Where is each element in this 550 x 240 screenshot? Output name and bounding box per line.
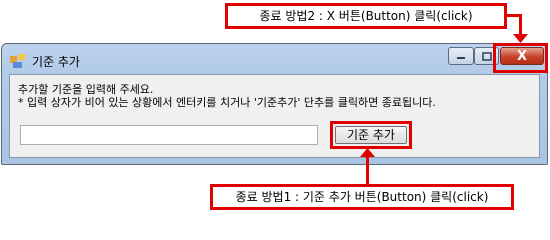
- title-bar[interactable]: 기준 추가 X: [2, 44, 547, 74]
- callout-text: 종료 방법2 : X 버튼(Button) 클릭(click): [259, 9, 473, 23]
- connector-line-vertical: [519, 14, 522, 36]
- dialog-window: 기준 추가 X 추가할 기준을 입력해 주세요. * 입력 상자가 비어 있는 …: [1, 43, 548, 165]
- maximize-icon: [481, 51, 492, 61]
- close-method-2-callout: 종료 방법2 : X 버튼(Button) 클릭(click): [225, 3, 507, 29]
- screenshot-stage: 종료 방법2 : X 버튼(Button) 클릭(click) 기준 추가 X …: [0, 0, 550, 213]
- add-criteria-button[interactable]: 기준 추가: [335, 126, 407, 144]
- close-button-highlight: [493, 43, 548, 73]
- minimize-button[interactable]: [448, 47, 474, 65]
- add-button-highlight: 기준 추가: [330, 121, 412, 149]
- minimize-icon: [457, 57, 465, 59]
- close-method-1-callout: 종료 방법1 : 기준 추가 버튼(Button) 클릭(click): [210, 184, 514, 210]
- prompt-line-1: 추가할 기준을 입력해 주세요.: [18, 83, 154, 96]
- connector-line-bottom: [366, 156, 369, 184]
- dialog-client-area: 추가할 기준을 입력해 주세요. * 입력 상자가 비어 있는 상황에서 엔터키…: [9, 74, 540, 158]
- prompt-line-2: * 입력 상자가 비어 있는 상황에서 엔터키를 치거나 '기준추가' 단추를 …: [18, 96, 436, 109]
- callout-text: 종료 방법1 : 기준 추가 버튼(Button) 클릭(click): [235, 190, 489, 204]
- criteria-input[interactable]: [20, 125, 318, 145]
- window-title: 기준 추가: [32, 55, 80, 69]
- prompt-text: 추가할 기준을 입력해 주세요. * 입력 상자가 비어 있는 상황에서 엔터키…: [18, 83, 436, 109]
- app-icon: [10, 54, 25, 68]
